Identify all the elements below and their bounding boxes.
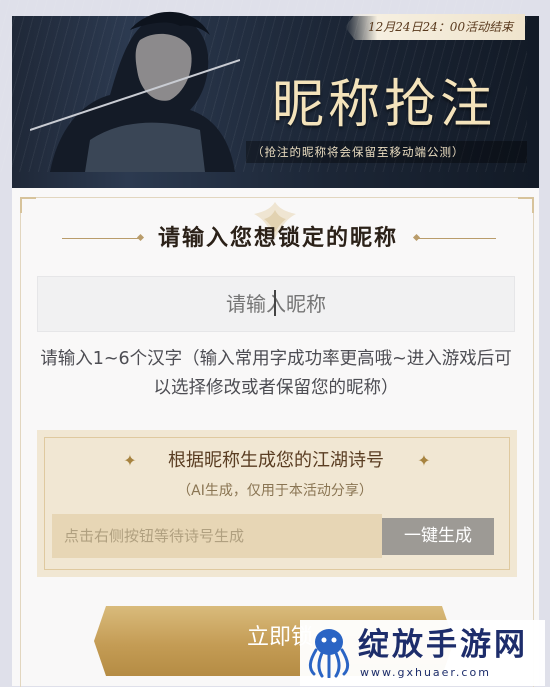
corner-ornament-tr <box>518 197 534 213</box>
poem-result-placeholder: 点击右侧按钮等待诗号生成 <box>64 527 245 545</box>
nickname-hint: 请输入1~6个汉字（输入常用字成功率更高哦~进入游戏后可以选择修改或者保留您的昵… <box>40 349 512 398</box>
banner-subtitle: （抢注的昵称将会保留至移动端公测） <box>252 145 465 159</box>
watermark-url: www.gxhuaer.com <box>360 666 491 679</box>
nickname-input[interactable] <box>37 276 515 332</box>
octopus-logo-icon <box>308 629 350 678</box>
poem-title: 根据昵称生成您的江湖诗号 <box>168 450 384 471</box>
watermark-brand: 绽放手游网 <box>358 627 528 663</box>
text-caret <box>274 290 276 316</box>
swordsman-illustration <box>30 11 240 172</box>
heading-divider-right <box>418 238 496 239</box>
star-icon: ✦ <box>417 451 431 470</box>
page-title: 昵称抢注 <box>272 75 497 135</box>
corner-ornament-tl <box>20 197 36 213</box>
event-end-text: 12月24日24：00活动结束 <box>368 20 514 34</box>
form-heading: 请输入您想锁定的昵称 <box>157 225 398 251</box>
generate-button[interactable]: 一键生成 <box>382 518 494 555</box>
poem-subtitle: （AI生成，仅用于本活动分享） <box>177 483 373 499</box>
heading-divider-left <box>62 238 140 239</box>
